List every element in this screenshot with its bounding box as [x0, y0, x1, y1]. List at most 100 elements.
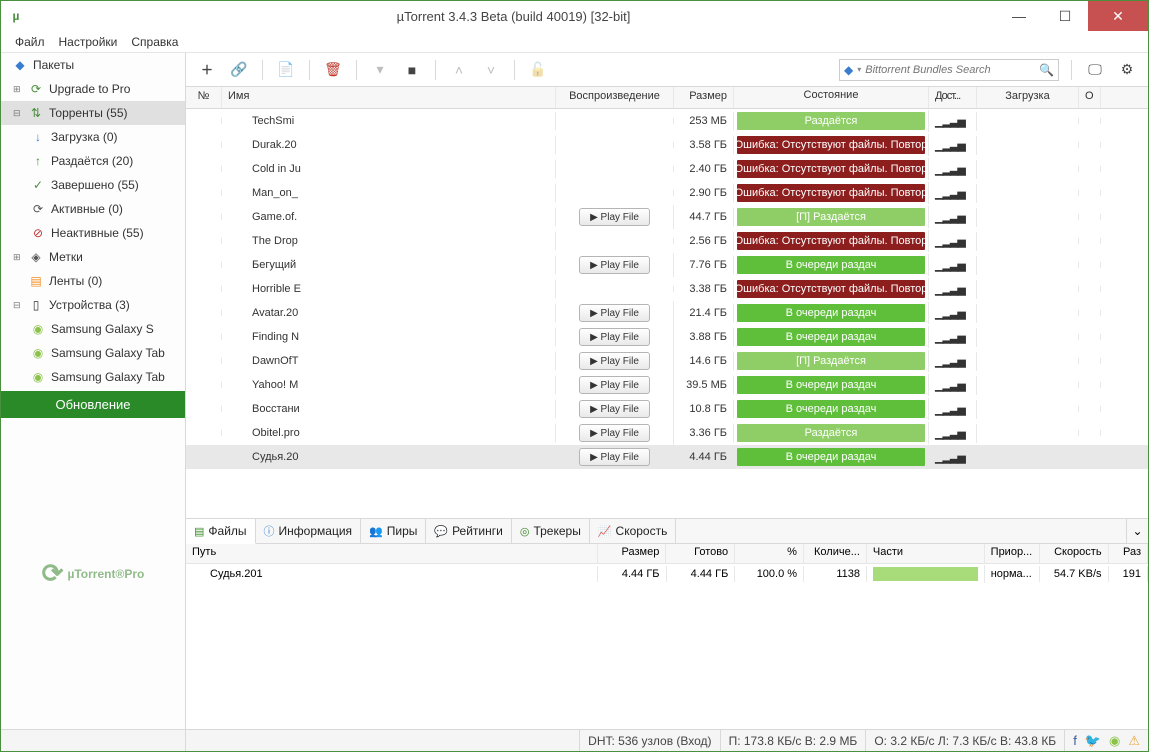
sidebar-device-2[interactable]: ◉Samsung Galaxy Tab — [1, 341, 185, 365]
torrent-row[interactable]: Yahoo! M▶ Play File39.5 МБВ очереди разд… — [186, 373, 1148, 397]
sidebar-devices[interactable]: ⊟▯Устройства (3) — [1, 293, 185, 317]
menu-settings[interactable]: Настройки — [59, 35, 118, 49]
warning-icon[interactable]: ⚠ — [1128, 733, 1140, 749]
chevron-down-icon[interactable]: ▾ — [857, 65, 861, 74]
tab-files[interactable]: ▤Файлы — [186, 519, 256, 544]
create-torrent-button[interactable]: 📄 — [275, 59, 297, 81]
sidebar-active[interactable]: ⟳Активные (0) — [1, 197, 185, 221]
search-input[interactable] — [865, 64, 1035, 76]
search-icon[interactable]: 🔍 — [1039, 63, 1054, 77]
play-file-button[interactable]: ▶ Play File — [579, 448, 650, 466]
torrent-row[interactable]: Cold in Ju2.40 ГБОшибка: Отсутствуют фай… — [186, 157, 1148, 181]
play-file-button[interactable]: ▶ Play File — [579, 352, 650, 370]
play-file-button[interactable]: ▶ Play File — [579, 328, 650, 346]
col-status[interactable]: Состояние — [734, 87, 929, 108]
col-name[interactable]: Имя — [222, 87, 556, 108]
update-button[interactable]: Обновление — [1, 391, 185, 418]
cell-status: Ошибка: Отсутствуют файлы. Повтор — [734, 278, 929, 300]
twitter-icon[interactable]: 🐦 — [1085, 733, 1101, 749]
sidebar-downloading[interactable]: ↓Загрузка (0) — [1, 125, 185, 149]
torrent-row[interactable]: Obitel.pro▶ Play File3.36 ГБРаздаётся▁▂▃… — [186, 421, 1148, 445]
close-button[interactable]: ✕ — [1088, 1, 1148, 31]
maximize-button[interactable]: ☐ — [1042, 1, 1088, 31]
menu-file[interactable]: Файл — [15, 35, 45, 49]
search-box[interactable]: ◆ ▾ 🔍 — [839, 59, 1059, 81]
stop-button[interactable]: ■ — [401, 59, 423, 81]
sidebar-completed[interactable]: ✓Завершено (55) — [1, 173, 185, 197]
dcol-parts[interactable]: Части — [867, 544, 985, 563]
menu-help[interactable]: Справка — [131, 35, 178, 49]
preferences-button[interactable]: ⚙ — [1116, 59, 1138, 81]
collapse-icon[interactable]: ⊟ — [13, 108, 23, 119]
dcol-rest[interactable]: Раз — [1109, 544, 1148, 563]
torrent-row[interactable]: The Drop2.56 ГБОшибка: Отсутствуют файлы… — [186, 229, 1148, 253]
tab-peers[interactable]: 👥Пиры — [361, 519, 426, 543]
collapse-icon[interactable]: ⊟ — [13, 300, 23, 311]
cell-size: 2.90 ГБ — [674, 184, 734, 202]
minimize-button[interactable]: — — [996, 1, 1042, 31]
col-dl[interactable]: Загрузка — [977, 87, 1079, 108]
torrent-row[interactable]: DawnOfT▶ Play File14.6 ГБ[П] Раздаётся▁▂… — [186, 349, 1148, 373]
torrent-grid-body[interactable]: TechSmi253 МБРаздаётся▁▂▃▅Durak.203.58 Г… — [186, 109, 1148, 518]
col-size[interactable]: Размер — [674, 87, 734, 108]
torrent-row[interactable]: Finding N▶ Play File3.88 ГБВ очереди раз… — [186, 325, 1148, 349]
status-pill: Ошибка: Отсутствуют файлы. Повтор — [737, 280, 925, 298]
sidebar-upgrade[interactable]: ⊞⟳Upgrade to Pro — [1, 77, 185, 101]
add-torrent-button[interactable]: ＋ — [196, 59, 218, 81]
remote-button[interactable]: 🖵 — [1084, 59, 1106, 81]
dcol-prio[interactable]: Приор... — [985, 544, 1040, 563]
torrent-row[interactable]: Судья.20▶ Play File4.44 ГБВ очереди разд… — [186, 445, 1148, 469]
torrent-row[interactable]: Avatar.20▶ Play File21.4 ГБВ очереди раз… — [186, 301, 1148, 325]
unlock-button[interactable]: 🔓 — [527, 59, 549, 81]
sidebar-feeds[interactable]: ⊞▤Ленты (0) — [1, 269, 185, 293]
cell-size: 3.58 ГБ — [674, 136, 734, 154]
cell-dl — [977, 334, 1079, 340]
play-file-button[interactable]: ▶ Play File — [579, 400, 650, 418]
torrent-row[interactable]: Horrible E3.38 ГБОшибка: Отсутствуют фай… — [186, 277, 1148, 301]
android-icon[interactable]: ◉ — [1109, 733, 1120, 749]
dcol-path[interactable]: Путь — [186, 544, 598, 563]
torrent-row[interactable]: Game.of.▶ Play File44.7 ГБ[П] Раздаётся▁… — [186, 205, 1148, 229]
expand-icon[interactable]: ⊞ — [13, 84, 23, 95]
sidebar-packages[interactable]: ◆Пакеты — [1, 53, 185, 77]
start-button[interactable]: ▾ — [369, 59, 391, 81]
play-file-button[interactable]: ▶ Play File — [579, 424, 650, 442]
detail-row[interactable]: Судья.201 4.44 ГБ 4.44 ГБ 100.0 % 1138 н… — [186, 564, 1148, 584]
dcol-size[interactable]: Размер — [598, 544, 667, 563]
sidebar-labels[interactable]: ⊞◈Метки — [1, 245, 185, 269]
dcol-spd[interactable]: Скорость — [1040, 544, 1109, 563]
add-url-button[interactable]: 🔗 — [228, 59, 250, 81]
remove-button[interactable]: 🗑 — [322, 59, 344, 81]
sidebar-torrents[interactable]: ⊟⇅Торренты (55) — [1, 101, 185, 125]
facebook-icon[interactable]: f — [1073, 733, 1077, 748]
move-up-button[interactable]: ˄ — [448, 59, 470, 81]
dcol-done[interactable]: Готово — [666, 544, 735, 563]
detail-grid-body[interactable]: Судья.201 4.44 ГБ 4.44 ГБ 100.0 % 1138 н… — [186, 564, 1148, 729]
sidebar-device-3[interactable]: ◉Samsung Galaxy Tab — [1, 365, 185, 389]
dcol-pct[interactable]: % — [735, 544, 804, 563]
torrent-row[interactable]: Восстани▶ Play File10.8 ГБВ очереди разд… — [186, 397, 1148, 421]
torrent-row[interactable]: Бегущий▶ Play File7.76 ГБВ очереди разда… — [186, 253, 1148, 277]
play-file-button[interactable]: ▶ Play File — [579, 376, 650, 394]
tabs-chevron-icon[interactable]: ⌄ — [1126, 519, 1148, 543]
tab-trackers[interactable]: ◎Трекеры — [512, 519, 590, 543]
play-file-button[interactable]: ▶ Play File — [579, 256, 650, 274]
dcol-cnt[interactable]: Количе... — [804, 544, 867, 563]
sidebar-seeding[interactable]: ↑Раздаётся (20) — [1, 149, 185, 173]
col-num[interactable]: № — [186, 87, 222, 108]
sidebar-device-1[interactable]: ◉Samsung Galaxy S — [1, 317, 185, 341]
col-play[interactable]: Воспроизведение — [556, 87, 674, 108]
col-avail[interactable]: Дост... — [929, 87, 977, 108]
expand-icon[interactable]: ⊞ — [13, 252, 23, 263]
torrent-row[interactable]: Durak.203.58 ГБОшибка: Отсутствуют файлы… — [186, 133, 1148, 157]
tab-info[interactable]: ⓘИнформация — [256, 519, 361, 543]
torrent-row[interactable]: Man_on_2.90 ГБОшибка: Отсутствуют файлы.… — [186, 181, 1148, 205]
tab-speed[interactable]: 📈Скорость — [590, 519, 677, 543]
col-rest[interactable]: О — [1079, 87, 1101, 108]
sidebar-inactive[interactable]: ⊘Неактивные (55) — [1, 221, 185, 245]
torrent-row[interactable]: TechSmi253 МБРаздаётся▁▂▃▅ — [186, 109, 1148, 133]
play-file-button[interactable]: ▶ Play File — [579, 208, 650, 226]
tab-ratings[interactable]: 💬Рейтинги — [426, 519, 511, 543]
play-file-button[interactable]: ▶ Play File — [579, 304, 650, 322]
move-down-button[interactable]: ˅ — [480, 59, 502, 81]
